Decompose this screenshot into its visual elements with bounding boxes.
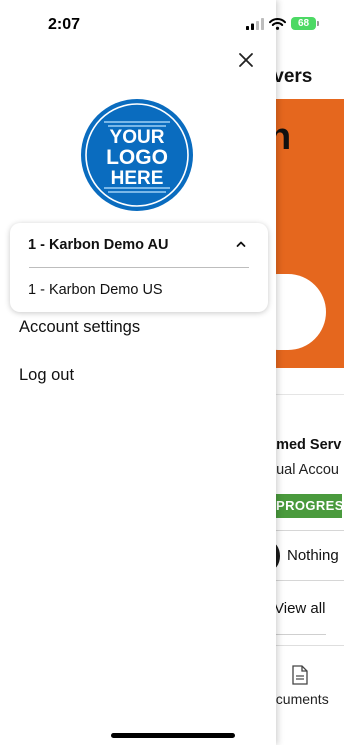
log-out-link[interactable]: Log out [19,366,74,385]
current-org-label: 1 - Karbon Demo AU [28,237,169,253]
logo-text-line1: YOUR [110,127,165,148]
home-indicator [111,733,235,738]
logo-text-line2: LOGO [106,146,168,169]
company-logo: YOUR LOGO HERE [81,99,193,211]
chevron-up-icon [236,241,246,247]
work-item-subtitle: nual Accou [268,462,339,478]
org-option[interactable]: 1 - Karbon Demo US [10,273,268,307]
status-bar: 2:07 68 [0,0,344,50]
status-badge: PROGRESS [268,494,342,518]
org-option-label: 1 - Karbon Demo US [28,282,163,298]
wifi-icon [269,17,286,30]
divider [29,267,249,268]
divider [268,394,344,395]
divider [268,580,344,581]
status-icons: 68 [246,17,319,30]
empty-state-text: Nothing [287,547,339,564]
divider [268,530,344,531]
account-settings-link[interactable]: Account settings [19,318,140,337]
battery-icon: 68 [291,17,319,30]
organization-switcher: 1 - Karbon Demo AU 1 - Karbon Demo US [10,223,268,312]
divider [268,634,326,635]
work-item-title[interactable]: amed Serv [268,437,341,453]
cellular-signal-icon [246,17,264,30]
status-time: 2:07 [48,16,81,33]
view-all-link[interactable]: View all [274,600,325,617]
org-switcher-current[interactable]: 1 - Karbon Demo AU [10,223,268,267]
logo-text-line3: HERE [111,168,164,189]
close-icon[interactable] [234,48,258,72]
tab-documents[interactable]: ocuments [268,691,329,707]
navigation-drawer: YOUR LOGO HERE 1 - Karbon Demo AU 1 - Ka… [0,0,276,745]
document-icon[interactable] [291,665,309,685]
